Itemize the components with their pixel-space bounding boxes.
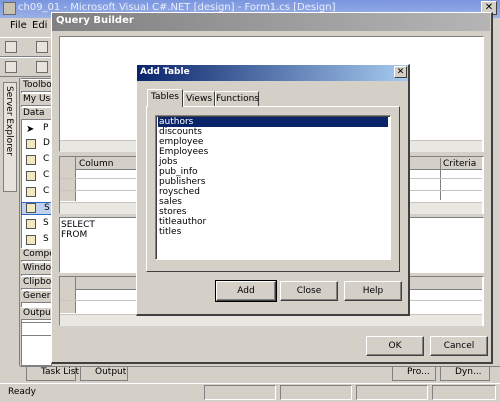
results-row-selectors[interactable]	[60, 277, 76, 313]
dataset-icon	[26, 139, 36, 149]
status-text: Ready	[8, 387, 36, 397]
vs-app-icon	[3, 2, 16, 15]
grid-column-header[interactable]: Column	[79, 159, 113, 169]
dialog-close-button[interactable]: ✕	[394, 66, 407, 78]
table-list-item[interactable]: stores	[158, 207, 388, 217]
sql-adapter-icon	[26, 203, 36, 213]
sql-connection-icon	[26, 219, 36, 229]
table-list-item[interactable]: titles	[158, 227, 388, 237]
table-list-item[interactable]: publishers	[158, 177, 388, 187]
table-list-item[interactable]: discounts	[158, 127, 388, 137]
toolbox-windows-tab[interactable]: Windo	[21, 262, 52, 275]
status-panel	[432, 385, 496, 400]
toolbox-clipboard-tab[interactable]: Clipbo	[21, 276, 52, 289]
toolbox-header: Toolbo	[21, 79, 52, 92]
tab-dynamic-help[interactable]: Dyn...	[440, 367, 490, 381]
table-list-item[interactable]: Employees	[158, 147, 388, 157]
status-panel	[204, 385, 276, 400]
menu-file[interactable]: File	[10, 20, 27, 31]
help-button[interactable]: Help	[344, 281, 402, 301]
query-builder-title: Query Builder	[56, 15, 134, 26]
tab-functions[interactable]: Functions	[215, 91, 259, 106]
toolbox-general-tab[interactable]: Genera	[21, 290, 52, 303]
table-list-item[interactable]: employee	[158, 137, 388, 147]
table-list-item[interactable]: jobs	[158, 157, 388, 167]
align-left-icon[interactable]	[36, 61, 48, 73]
connection-icon	[26, 171, 36, 181]
table-list-item[interactable]: pub_info	[158, 167, 388, 177]
close-button[interactable]: Close	[280, 281, 338, 301]
server-explorer-label: Server Explorer	[4, 86, 14, 156]
status-panel	[280, 385, 352, 400]
sql-command-icon	[26, 235, 36, 245]
connection-icon	[26, 155, 36, 165]
table-list-item-selected[interactable]: authors	[158, 117, 388, 127]
toolbox-components-tab[interactable]: Compo	[21, 248, 52, 261]
tab-tables[interactable]: Tables	[147, 89, 183, 107]
toolbox-my-user-tab[interactable]: My Use	[21, 93, 52, 106]
grid-row-selectors[interactable]	[60, 157, 76, 201]
output-input[interactable]	[21, 322, 52, 336]
sql-from: FROM	[61, 230, 88, 240]
tab-views[interactable]: Views	[183, 91, 215, 106]
command-icon	[26, 187, 36, 197]
add-button[interactable]: Add	[215, 280, 277, 302]
add-item-icon[interactable]	[36, 41, 48, 53]
toolbox-data-tab[interactable]: Data	[21, 107, 52, 120]
tab-output[interactable]: Output	[80, 367, 128, 381]
status-panel	[356, 385, 428, 400]
tab-task-list[interactable]: Task List	[26, 367, 79, 381]
new-project-icon[interactable]	[5, 41, 17, 53]
grid-criteria-header[interactable]: Criteria	[443, 159, 476, 169]
add-table-title: Add Table	[140, 67, 190, 77]
output-pane-header: Outpu	[21, 307, 52, 320]
pointer-icon: ➤	[26, 124, 35, 135]
ok-button[interactable]: OK	[366, 336, 424, 356]
grid-column-divider	[440, 158, 441, 200]
sql-select: SELECT	[61, 220, 95, 230]
table-list-item[interactable]: roysched	[158, 187, 388, 197]
tab-properties[interactable]: Pro...	[392, 367, 436, 381]
menu-edit[interactable]: Edi	[32, 20, 47, 31]
table-list-item[interactable]: sales	[158, 197, 388, 207]
align-grid-icon[interactable]	[5, 61, 17, 73]
table-list-item[interactable]: titleauthor	[158, 217, 388, 227]
cancel-button[interactable]: Cancel	[430, 336, 488, 356]
